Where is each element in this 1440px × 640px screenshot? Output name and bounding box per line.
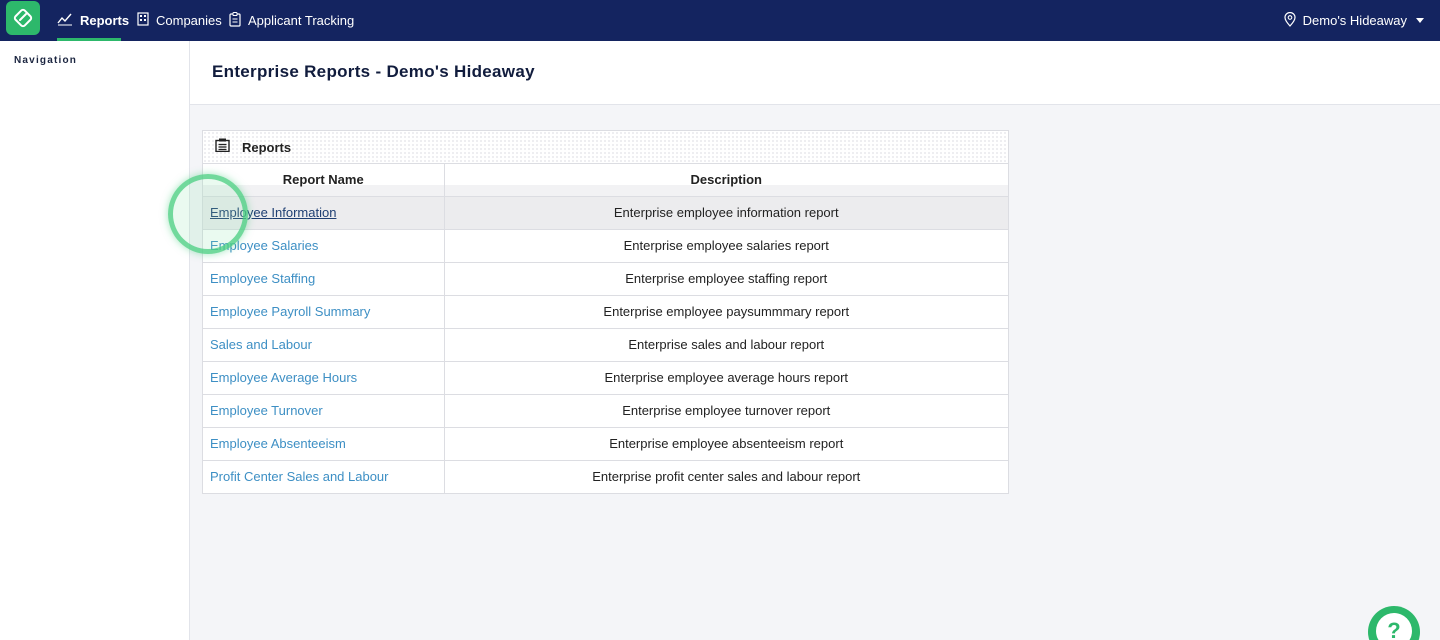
report-description: Enterprise employee salaries report [444, 229, 1008, 263]
top-navbar: Reports Companies Applicant Tracking Dem… [0, 0, 1440, 41]
report-link[interactable]: Employee Average Hours [210, 370, 357, 385]
report-link[interactable]: Employee Payroll Summary [210, 304, 370, 319]
report-list-icon [215, 138, 230, 157]
column-header-report-name: Report Name [203, 164, 445, 197]
clipboard-icon [229, 11, 241, 30]
map-pin-icon [1284, 11, 1296, 30]
report-link[interactable]: Employee Staffing [210, 271, 315, 286]
table-row[interactable]: Sales and Labour Enterprise sales and la… [203, 328, 1008, 362]
table-row[interactable]: Employee Salaries Enterprise employee sa… [203, 229, 1008, 263]
reports-panel: Reports Report Name Description Employee… [202, 130, 1009, 494]
report-description: Enterprise employee absenteeism report [444, 427, 1008, 461]
report-description: Enterprise employee turnover report [444, 394, 1008, 428]
chart-line-icon [57, 12, 73, 29]
building-icon [137, 12, 149, 29]
reports-table: Report Name Description Employee Informa… [203, 164, 1008, 493]
report-link[interactable]: Employee Turnover [210, 403, 323, 418]
nav-reports[interactable]: Reports [57, 0, 129, 41]
table-row[interactable]: Employee Payroll Summary Enterprise empl… [203, 295, 1008, 329]
help-label: ? [1387, 618, 1401, 640]
reports-panel-title: Reports [242, 139, 292, 155]
app-logo-icon[interactable] [6, 1, 40, 35]
nav-companies-label: Companies [156, 13, 222, 28]
nav-reports-label: Reports [80, 13, 130, 28]
report-description: Enterprise employee staffing report [444, 262, 1008, 296]
report-link[interactable]: Employee Salaries [210, 238, 318, 253]
nav-applicant-tracking-label: Applicant Tracking [248, 13, 355, 28]
report-description: Enterprise profit center sales and labou… [592, 469, 861, 485]
table-row[interactable]: Employee Average Hours Enterprise employ… [203, 361, 1008, 395]
report-description: Enterprise sales and labour report [444, 328, 1008, 362]
help-icon: ? [1376, 613, 1412, 640]
nav-applicant-tracking[interactable]: Applicant Tracking [229, 0, 354, 41]
column-header-description: Description [444, 164, 1008, 197]
report-link[interactable]: Sales and Labour [210, 337, 312, 352]
help-button[interactable]: ? [1368, 606, 1420, 640]
report-description: Enterprise employee information report [444, 196, 1008, 230]
location-selector[interactable]: Demo's Hideaway [1284, 0, 1424, 41]
nav-companies[interactable]: Companies [137, 0, 222, 41]
page-title: Enterprise Reports - Demo's Hideaway [212, 62, 535, 81]
page-header: Enterprise Reports - Demo's Hideaway [190, 41, 1440, 105]
report-description: Enterprise employee average hours report [444, 361, 1008, 395]
table-row[interactable]: Employee Staffing Enterprise employee st… [203, 262, 1008, 296]
location-label: Demo's Hideaway [1302, 13, 1407, 28]
reports-panel-header: Reports [203, 131, 1008, 164]
chevron-down-icon [1416, 18, 1424, 23]
sidebar-title: Navigation [14, 55, 78, 66]
report-link[interactable]: Profit Center Sales and Labour [210, 469, 389, 484]
report-link[interactable]: Employee Information [210, 205, 336, 220]
sidebar: Navigation [0, 41, 190, 640]
table-row[interactable]: Profit Center Sales and Labour Enterpris… [203, 460, 1008, 493]
report-link[interactable]: Employee Absenteeism [210, 436, 346, 451]
table-row[interactable]: Employee Absenteeism Enterprise employee… [203, 427, 1008, 461]
report-description: Enterprise employee paysummmary report [444, 295, 1008, 329]
table-row[interactable]: Employee Information Enterprise employee… [203, 196, 1008, 230]
table-header-row: Report Name Description [203, 164, 1008, 197]
table-row[interactable]: Employee Turnover Enterprise employee tu… [203, 394, 1008, 428]
